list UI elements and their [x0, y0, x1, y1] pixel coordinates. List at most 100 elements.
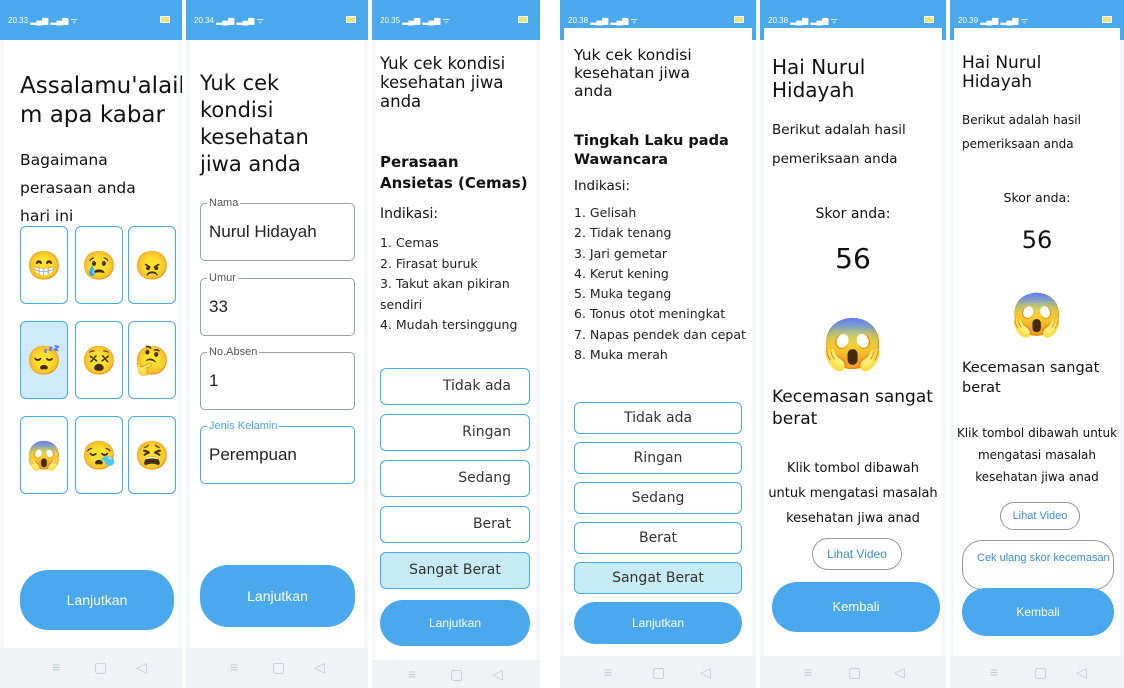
list-item: 1. Cemas — [380, 235, 439, 250]
menu-icon[interactable]: ≡ — [604, 664, 612, 680]
indikasi-label: Indikasi: — [574, 178, 631, 194]
home-icon[interactable]: ▢ — [450, 666, 463, 683]
indikasi-list: 1. Cemas 2. Firasat buruk 3. Takut akan … — [380, 233, 530, 336]
field-value: Nurul Hidayah — [209, 222, 317, 241]
absen-field[interactable]: No.Absen 1 — [200, 346, 355, 410]
home-icon[interactable]: ▢ — [1034, 664, 1047, 681]
battery-icon — [160, 16, 170, 23]
status-time: 20.35 — [380, 16, 401, 25]
page-title: Yuk cek kondisi kesehatan jiwa anda — [200, 71, 309, 176]
back-icon[interactable]: ◁ — [1076, 664, 1087, 681]
recheck-score-button[interactable]: Cek ulang skor kecemasan — [962, 540, 1114, 590]
continue-button[interactable]: Lanjutkan — [380, 600, 530, 646]
status-time: 20.38 — [568, 16, 589, 25]
list-item: 8. Muka merah — [574, 347, 668, 363]
battery-icon — [1102, 16, 1112, 23]
list-item: 7. Napas pendek dan cepat — [574, 326, 746, 342]
back-icon[interactable]: ◁ — [700, 664, 711, 681]
user-greeting: Hai Nurul Hidayah — [772, 55, 866, 102]
status-time: 20.38 — [768, 16, 789, 25]
option-sangat-berat[interactable]: Sangat Berat — [380, 552, 530, 589]
score-value: 56 — [835, 242, 871, 275]
user-greeting: Hai Nurul Hidayah — [962, 53, 1042, 92]
list-item: 6. Tonus otot meningkat — [574, 306, 726, 322]
content-card: Hai Nurul Hidayah Berikut adalah hasil p… — [954, 28, 1120, 656]
menu-icon[interactable]: ≡ — [408, 666, 416, 682]
section-title: Tingkah Laku pada Wawancara — [574, 133, 729, 168]
battery-icon — [734, 16, 744, 23]
nav-bar: ≡ ▢ ◁ — [760, 656, 946, 688]
option-tidak-ada[interactable]: Tidak ada — [380, 368, 530, 405]
menu-icon[interactable]: ≡ — [990, 664, 998, 680]
scared-face-icon: 😱 — [821, 315, 885, 372]
option-sedang[interactable]: Sedang — [380, 460, 530, 497]
list-item: 4. Kerut kening — [574, 265, 669, 281]
emoji-sleepy-tear[interactable]: 😪 — [75, 416, 123, 494]
emoji-tired[interactable]: 😫 — [128, 416, 176, 494]
option-ringan[interactable]: Ringan — [574, 442, 742, 474]
emoji-dizzy[interactable]: 😵 — [75, 321, 123, 399]
back-icon[interactable]: ◁ — [492, 666, 503, 683]
screen-result: 20.38 ▂▄▆ ▂▄▆ ᯤ Hai Nurul Hidayah Beriku… — [760, 0, 946, 688]
emoji-sleepy[interactable]: 😴 — [20, 321, 68, 399]
nav-bar: ≡ ▢ ◁ — [0, 648, 182, 688]
indikasi-list: 1. Gelisah 2. Tidak tenang 3. Jari gemet… — [574, 203, 746, 365]
status-bar: 20.34 ▂▄▆ ▂▄▆ ᯤ — [186, 0, 368, 40]
page-title: Yuk cek kondisi kesehatan jiwa anda — [380, 54, 506, 111]
battery-icon — [924, 16, 934, 23]
battery-icon — [518, 16, 528, 23]
home-icon[interactable]: ▢ — [652, 664, 665, 681]
result-subtitle: Berikut adalah hasil pemeriksaan anda — [772, 122, 906, 167]
nav-bar: ≡ ▢ ◁ — [560, 656, 756, 688]
screen-behavior: 20.38 ▂▄▆ ▂▄▆ ᯤ Yuk cek kondisi kesehata… — [560, 0, 756, 688]
option-sangat-berat[interactable]: Sangat Berat — [574, 562, 742, 594]
back-icon[interactable]: ◁ — [314, 659, 325, 676]
nav-bar: ≡ ▢ ◁ — [372, 660, 540, 688]
option-tidak-ada[interactable]: Tidak ada — [574, 402, 742, 434]
option-berat[interactable]: Berat — [380, 506, 530, 543]
home-icon[interactable]: ▢ — [848, 664, 861, 681]
list-item: 3. Jari gemetar — [574, 245, 668, 261]
status-time: 20.39 — [958, 16, 979, 25]
emoji-angry[interactable]: 😠 — [128, 226, 176, 304]
back-button[interactable]: Kembali — [772, 582, 940, 632]
score-label: Skor anda: — [1003, 190, 1071, 205]
content-card: Yuk cek kondisi kesehatan jiwa anda Ting… — [564, 28, 752, 656]
field-label: No.Absen — [207, 346, 260, 358]
list-item: 3. Takut akan pikiran sendiri — [380, 276, 510, 312]
back-icon[interactable]: ◁ — [136, 659, 147, 676]
list-item: 2. Tidak tenang — [574, 225, 672, 241]
menu-icon[interactable]: ≡ — [804, 664, 812, 680]
back-icon[interactable]: ◁ — [894, 664, 905, 681]
home-icon[interactable]: ▢ — [94, 659, 107, 676]
emoji-grinning[interactable]: 😁 — [20, 226, 68, 304]
continue-button[interactable]: Lanjutkan — [574, 602, 742, 644]
status-bar: 20.33 ▂▄▆ ▂▄▆ ᯤ — [0, 0, 182, 40]
watch-video-button[interactable]: Lihat Video — [812, 538, 902, 570]
option-ringan[interactable]: Ringan — [380, 414, 530, 451]
field-label: Jenis Kelamin — [207, 420, 280, 432]
section-title: Perasaan Ansietas (Cemas) — [380, 153, 528, 192]
emoji-thinking[interactable]: 🤔 — [128, 321, 176, 399]
continue-button[interactable]: Lanjutkan — [200, 565, 355, 627]
list-item: 5. Muka tegang — [574, 286, 672, 302]
option-sedang[interactable]: Sedang — [574, 482, 742, 514]
battery-icon — [346, 16, 356, 23]
emoji-scared[interactable]: 😱 — [20, 416, 68, 494]
option-berat[interactable]: Berat — [574, 522, 742, 554]
emoji-crying[interactable]: 😢 — [75, 226, 123, 304]
gender-field[interactable]: Jenis Kelamin Perempuan — [200, 420, 355, 484]
back-button[interactable]: Kembali — [962, 588, 1114, 636]
field-label: Nama — [207, 197, 241, 209]
name-field[interactable]: Nama Nurul Hidayah — [200, 197, 355, 261]
age-field[interactable]: Umur 33 — [200, 272, 355, 336]
result-label: Kecemasan sangat berat — [772, 387, 933, 429]
field-value: Perempuan — [209, 445, 297, 464]
continue-button[interactable]: Lanjutkan — [20, 570, 174, 630]
menu-icon[interactable]: ≡ — [230, 659, 238, 675]
page-title: Yuk cek kondisi kesehatan jiwa anda — [574, 46, 692, 100]
home-icon[interactable]: ▢ — [272, 659, 285, 676]
score-value: 56 — [1021, 226, 1053, 254]
watch-video-button[interactable]: Lihat Video — [1000, 502, 1080, 530]
menu-icon[interactable]: ≡ — [52, 659, 60, 675]
